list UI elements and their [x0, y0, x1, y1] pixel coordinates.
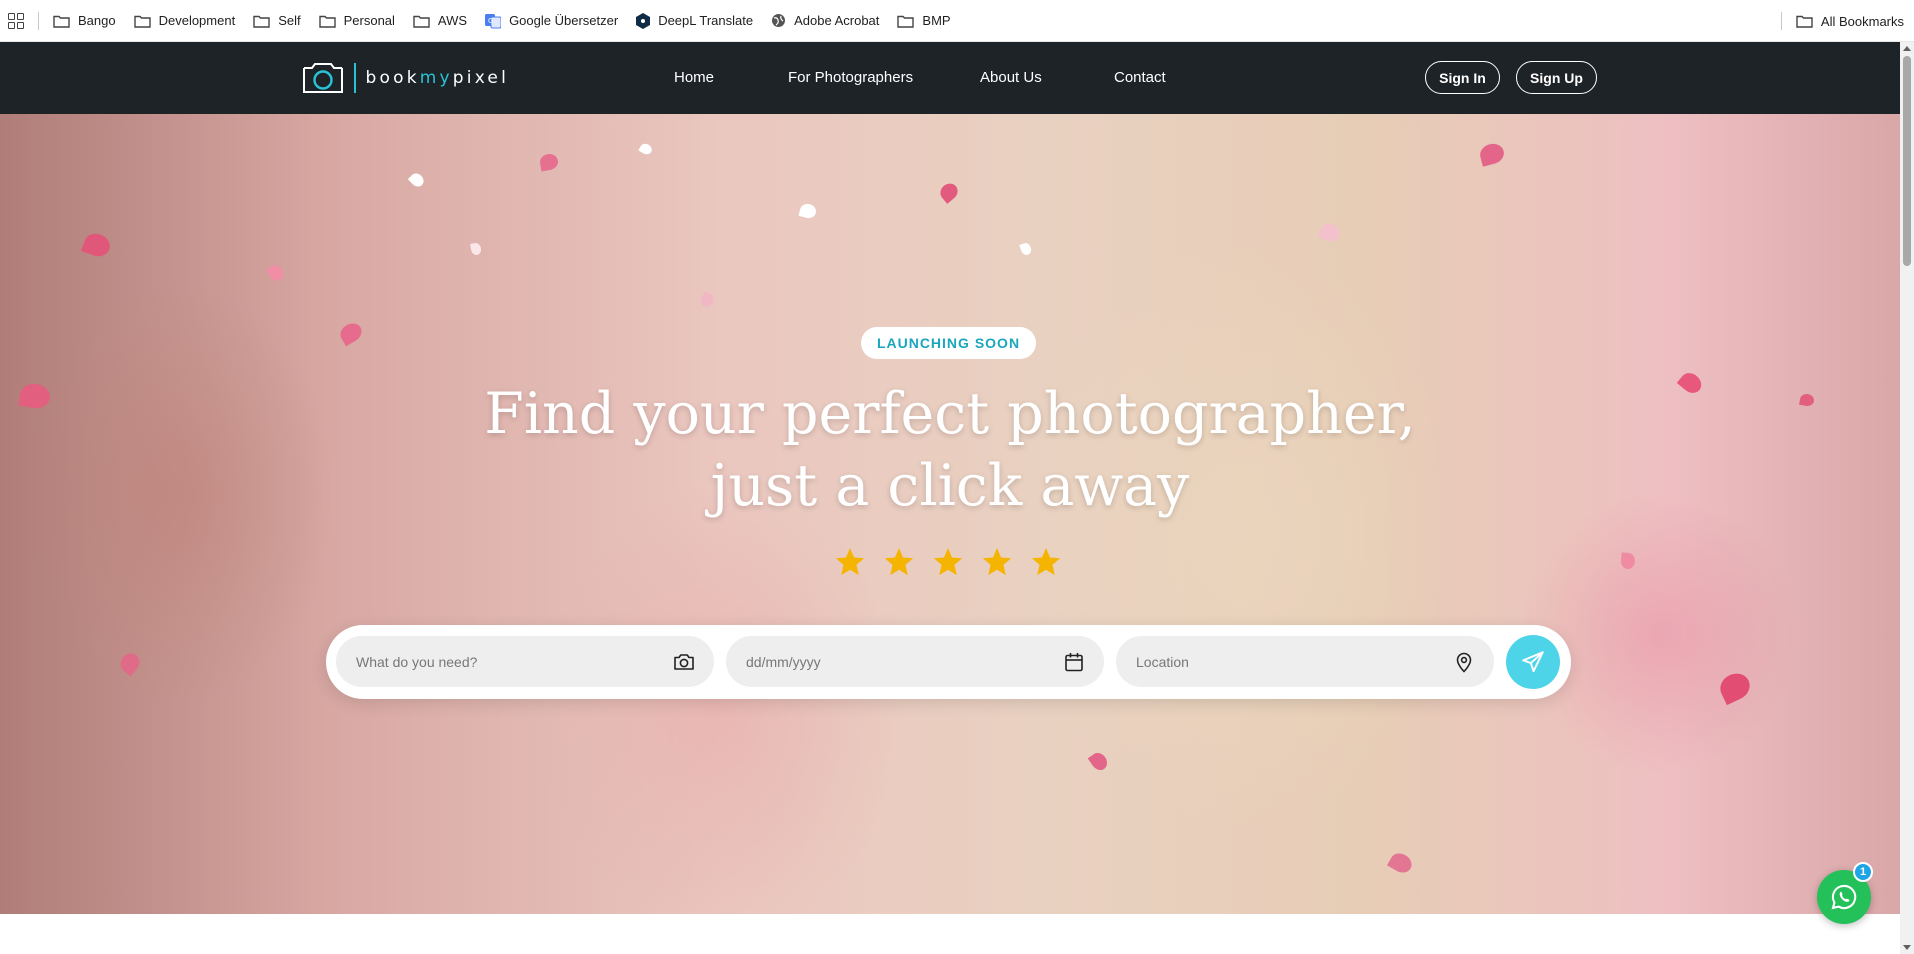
bookmark-label: AWS	[437, 13, 468, 28]
whatsapp-unread-badge: 1	[1853, 862, 1873, 882]
bookmark-label: Self	[278, 13, 301, 28]
bookmark-adobe-acrobat[interactable]: Adobe Acrobat	[771, 13, 879, 28]
sign-up-button[interactable]: Sign Up	[1516, 61, 1597, 94]
petal-decoration	[407, 170, 427, 190]
google-translate-icon: G	[485, 13, 502, 28]
petal-decoration	[1715, 668, 1755, 706]
petal-decoration	[638, 141, 654, 157]
folder-icon	[413, 15, 430, 28]
bookmark-aws[interactable]: AWS	[413, 13, 467, 28]
petal-decoration	[698, 290, 716, 310]
hero-headline-line2: just a click away	[710, 453, 1190, 519]
petal-decoration	[1477, 141, 1507, 167]
bookmark-deepl[interactable]: DeepL Translate	[636, 12, 754, 29]
bookmark-label: Bango	[78, 13, 116, 28]
petal-decoration	[1019, 241, 1033, 257]
location-field[interactable]	[1116, 636, 1494, 687]
bookmark-bango[interactable]: Bango	[53, 13, 116, 28]
all-bookmarks-label: All Bookmarks	[1820, 13, 1904, 29]
launching-soon-badge: LAUNCHING SOON	[861, 327, 1036, 359]
scrollbar-thumb[interactable]	[1903, 56, 1911, 266]
hero-headline: Find your perfect photographer, just a c…	[450, 378, 1450, 522]
star-icon	[1031, 548, 1061, 576]
location-input[interactable]	[1136, 653, 1436, 670]
bookmark-development[interactable]: Development	[133, 13, 236, 28]
page-scrollbar[interactable]	[1900, 42, 1914, 954]
bookmarks-separator	[1780, 12, 1782, 30]
folder-icon	[53, 15, 70, 28]
star-icon	[933, 548, 963, 576]
folder-icon	[253, 15, 270, 28]
petal-decoration	[18, 381, 52, 411]
search-submit-button[interactable]	[1506, 635, 1560, 689]
all-bookmarks-button[interactable]: All Bookmarks	[1796, 14, 1904, 29]
star-icon	[835, 548, 865, 576]
date-input[interactable]	[746, 653, 1046, 670]
folder-icon	[318, 15, 336, 28]
bookmark-personal[interactable]: Personal	[318, 13, 395, 28]
nav-contact[interactable]: Contact	[1114, 69, 1166, 86]
location-pin-icon[interactable]	[1452, 650, 1476, 674]
bookmark-google-translate[interactable]: G Google Übersetzer	[485, 13, 618, 29]
petal-decoration	[265, 262, 287, 284]
nav-for-photographers[interactable]: For Photographers	[788, 69, 913, 86]
star-icon	[982, 548, 1012, 576]
bookmark-label: Adobe Acrobat	[794, 13, 880, 28]
send-icon	[1522, 651, 1544, 673]
petal-decoration	[1676, 369, 1706, 397]
nav-about-us[interactable]: About Us	[980, 69, 1042, 86]
bookmark-label: Personal	[343, 13, 395, 28]
svg-text:G: G	[488, 17, 493, 25]
bookmarks-separator	[38, 11, 39, 30]
bookmark-bmp[interactable]: BMP	[897, 13, 951, 28]
petal-decoration	[1620, 552, 1636, 570]
site-header: bookmypixel Home For Photographers About…	[0, 42, 1900, 114]
nav-home[interactable]: Home	[674, 69, 714, 86]
service-field[interactable]	[336, 636, 714, 687]
petal-decoration	[936, 180, 962, 204]
petal-decoration	[1386, 849, 1416, 877]
search-bar	[326, 625, 1571, 699]
apps-grid-icon[interactable]	[8, 12, 24, 29]
whatsapp-icon	[1831, 884, 1857, 910]
petal-decoration	[1087, 749, 1111, 774]
bookmark-label: DeepL Translate	[658, 13, 754, 28]
petal-decoration	[798, 202, 818, 220]
petal-decoration	[116, 649, 144, 677]
folder-icon	[1796, 15, 1813, 28]
petal-decoration	[470, 242, 482, 256]
petal-decoration	[81, 230, 113, 260]
folder-icon	[897, 15, 915, 28]
deepl-icon	[636, 12, 651, 29]
globe-icon	[772, 14, 786, 27]
scroll-down-arrow-icon[interactable]	[1903, 945, 1911, 950]
camera-icon[interactable]	[672, 650, 696, 674]
petal-decoration	[1799, 392, 1815, 408]
petal-decoration	[538, 152, 560, 172]
scroll-up-arrow-icon[interactable]	[1903, 46, 1911, 51]
bookmark-label: Development	[158, 13, 236, 28]
service-input[interactable]	[356, 653, 656, 670]
bookmarks-bar: Bango Development Self Personal AWS G Go…	[0, 0, 1914, 42]
date-field[interactable]	[726, 636, 1104, 687]
petal-decoration	[1317, 220, 1343, 245]
calendar-icon[interactable]	[1062, 650, 1086, 674]
bookmark-label: BMP	[922, 13, 951, 28]
bookmark-self[interactable]: Self	[253, 13, 301, 28]
rating-stars	[834, 546, 1062, 578]
bookmark-label: Google Übersetzer	[509, 13, 619, 28]
sign-in-button[interactable]: Sign In	[1425, 61, 1500, 94]
star-icon	[884, 548, 914, 576]
main-nav: Home For Photographers About Us Contact …	[0, 42, 1900, 114]
petal-decoration	[336, 319, 366, 347]
folder-icon	[133, 15, 151, 28]
all-bookmarks-area: All Bookmarks	[1780, 0, 1904, 42]
hero-headline-line1: Find your perfect photographer,	[484, 381, 1416, 447]
